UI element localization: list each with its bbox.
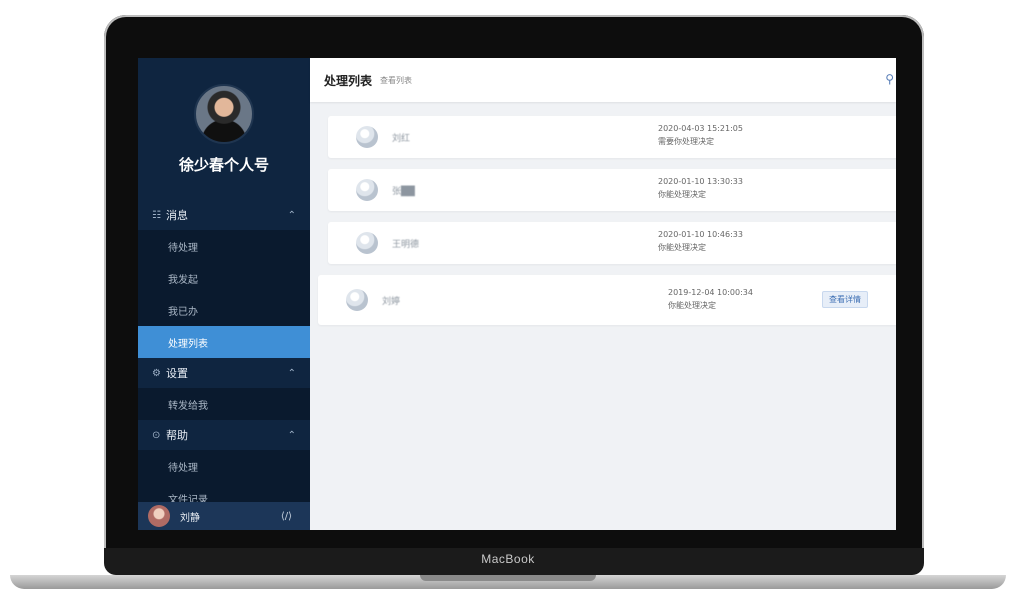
list-item[interactable]: 张██ 2020-01-10 13:30:33 你能处理决定 xyxy=(328,169,896,211)
menu-group-settings[interactable]: ⚙ 设置 ⌃ xyxy=(138,358,310,388)
user-avatar xyxy=(148,505,170,527)
chat-bubble-icon xyxy=(356,232,378,254)
view-details-button[interactable]: 查看详情 xyxy=(822,291,868,308)
list-icon: ☷ xyxy=(152,209,161,221)
chat-bubble-icon xyxy=(356,126,378,148)
sidebar-item-initiated[interactable]: 我发起 xyxy=(138,262,310,294)
item-name: 刘婷 xyxy=(382,296,401,307)
sidebar-item-process-list[interactable]: 处理列表 xyxy=(138,326,310,358)
page-subtitle: 查看列表 xyxy=(380,75,413,85)
profile-name: 徐少春个人号 xyxy=(178,156,269,174)
menu-group-label: 消息 xyxy=(166,209,188,222)
item-status: 你能处理决定 xyxy=(668,301,716,310)
profile-avatar[interactable] xyxy=(194,84,254,144)
chevron-up-icon[interactable]: ⌃ xyxy=(288,430,296,441)
user-name: 刘静 xyxy=(180,512,200,524)
laptop-brand-label: MacBook xyxy=(481,552,535,566)
item-name: 刘红 xyxy=(392,133,411,144)
item-meta: 2020-04-03 15:21:05 需要你处理决定 xyxy=(658,122,743,148)
sidebar-item-forwarded[interactable]: 转发给我 xyxy=(138,388,310,420)
main-content: 处理列表 查看列表 ⚲ 刘红 2020-04-03 15:21:05 需要你处理… xyxy=(310,58,896,530)
gear-icon: ⚙ xyxy=(152,367,161,379)
topbar: 处理列表 查看列表 ⚲ xyxy=(310,58,896,102)
item-time: 2019-12-04 10:00:34 xyxy=(668,288,753,297)
item-time: 2020-01-10 13:30:33 xyxy=(658,177,743,186)
user-footer[interactable]: 刘静 ⟨/⟩ xyxy=(138,502,310,530)
list-item[interactable]: 王明德 2020-01-10 10:46:33 你能处理决定 xyxy=(328,222,896,264)
filter-icon[interactable]: ⚲ xyxy=(885,72,894,86)
menu-group-label: 帮助 xyxy=(166,429,188,442)
process-list: 刘红 2020-04-03 15:21:05 需要你处理决定 张██ 2020-… xyxy=(318,116,896,336)
item-time: 2020-04-03 15:21:05 xyxy=(658,124,743,133)
sidebar-item-pending[interactable]: 待处理 xyxy=(138,230,310,262)
chevron-up-icon[interactable]: ⌃ xyxy=(288,210,296,221)
sidebar-menu: ☷ 消息 ⌃ 待处理 我发起 我已办 处理列表 ⚙ 设置 ⌃ 转发给我 ⊙ 帮助… xyxy=(138,200,310,514)
sidebar-item-done[interactable]: 我已办 xyxy=(138,294,310,326)
help-icon: ⊙ xyxy=(152,429,161,441)
item-name: 张██ xyxy=(392,186,415,197)
item-meta: 2020-01-10 10:46:33 你能处理决定 xyxy=(658,228,743,254)
item-meta: 2019-12-04 10:00:34 你能处理决定 xyxy=(668,286,753,312)
laptop-notch xyxy=(420,575,596,581)
menu-group-label: 设置 xyxy=(166,367,188,380)
item-status: 你能处理决定 xyxy=(658,190,706,199)
chat-bubble-icon xyxy=(356,179,378,201)
menu-group-messages[interactable]: ☷ 消息 ⌃ xyxy=(138,200,310,230)
menu-group-help[interactable]: ⊙ 帮助 ⌃ xyxy=(138,420,310,450)
list-item-selected[interactable]: 刘婷 2019-12-04 10:00:34 你能处理决定 查看详情 xyxy=(318,275,896,325)
item-status: 你能处理决定 xyxy=(658,243,706,252)
sidebar: 徐少春个人号 ☷ 消息 ⌃ 待处理 我发起 我已办 处理列表 ⚙ 设置 ⌃ 转发… xyxy=(138,58,310,530)
item-name: 王明德 xyxy=(392,239,420,250)
list-item[interactable]: 刘红 2020-04-03 15:21:05 需要你处理决定 xyxy=(328,116,896,158)
item-time: 2020-01-10 10:46:33 xyxy=(658,230,743,239)
item-meta: 2020-01-10 13:30:33 你能处理决定 xyxy=(658,175,743,201)
sidebar-item-help-pending[interactable]: 待处理 xyxy=(138,450,310,482)
collapse-icon[interactable]: ⟨/⟩ xyxy=(281,511,292,522)
profile-header: 徐少春个人号 xyxy=(138,58,310,198)
screen: 徐少春个人号 ☷ 消息 ⌃ 待处理 我发起 我已办 处理列表 ⚙ 设置 ⌃ 转发… xyxy=(138,58,896,530)
page-title: 处理列表 xyxy=(324,73,373,88)
chevron-up-icon[interactable]: ⌃ xyxy=(288,368,296,379)
chat-bubble-icon xyxy=(346,289,368,311)
item-status: 需要你处理决定 xyxy=(658,137,714,146)
